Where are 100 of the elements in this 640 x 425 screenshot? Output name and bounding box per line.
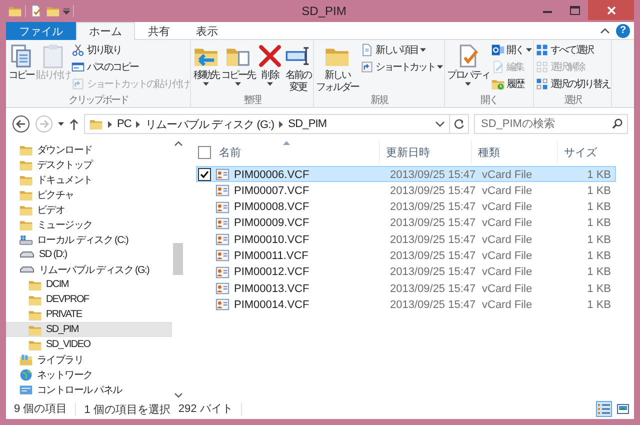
nav-item[interactable]: ビデオ xyxy=(6,202,172,217)
file-row[interactable]: PIM00012.VCF 2013/09/25 15:47 vCard File 1 KB xyxy=(196,264,616,280)
close-icon xyxy=(606,6,616,14)
file-type: vCard File xyxy=(481,234,534,246)
row-checkbox[interactable] xyxy=(198,168,211,181)
file-type: vCard File xyxy=(481,168,534,180)
nav-item[interactable]: SD_PIM xyxy=(6,322,172,337)
customize-caret-icon[interactable] xyxy=(63,7,70,15)
file-type: vCard File xyxy=(481,250,534,262)
scroll-up-icon[interactable] xyxy=(174,140,182,147)
view-button[interactable] xyxy=(596,401,612,417)
back-button[interactable] xyxy=(12,115,30,133)
scissors-icon xyxy=(71,43,85,57)
ribbon-tab[interactable]: 共有 xyxy=(135,22,183,40)
select-all-checkbox[interactable] xyxy=(198,146,211,158)
modified-date: 2013/09/25 15:47 xyxy=(389,168,477,180)
ribbon-button[interactable]: 切り取り xyxy=(71,42,189,58)
search-field[interactable]: SD_PIMの検索 xyxy=(474,114,628,134)
ribbon-tab[interactable]: 表示 xyxy=(183,22,231,40)
column-header[interactable]: サイズ xyxy=(558,140,608,164)
column-header[interactable]: 名前 xyxy=(192,140,380,164)
nav-item[interactable]: ダウンロード xyxy=(6,142,172,157)
nav-item[interactable]: コントロール パネル xyxy=(6,382,172,397)
folder-icon xyxy=(89,117,103,131)
file-row[interactable]: PIM00008.VCF 2013/09/25 15:47 vCard File 1 KB xyxy=(196,198,616,215)
network-icon xyxy=(19,368,33,382)
nav-item[interactable]: SD (D:) xyxy=(6,247,172,262)
file-row[interactable]: PIM00007.VCF 2013/09/25 15:47 vCard File 1 KB xyxy=(196,182,616,199)
file-type: vCard File xyxy=(481,282,534,295)
file-size: 1 KB xyxy=(586,234,612,246)
ribbon-button[interactable]: 削除 xyxy=(256,42,284,87)
ribbon-button[interactable]: パスのコピー xyxy=(71,59,189,75)
contact-card-icon xyxy=(215,200,230,215)
ribbon-button[interactable]: コピー xyxy=(7,42,35,82)
file-row[interactable]: PIM00011.VCF 2013/09/25 15:47 vCard File 1 KB xyxy=(196,247,616,264)
nav-item[interactable]: ローカル ディスク (C:) xyxy=(6,232,172,247)
ribbon-button[interactable]: プロパティ xyxy=(446,42,490,87)
ribbon-button[interactable]: 新しい フォルダー xyxy=(315,42,360,94)
address-field[interactable]: PC リムーバブル ディスク (G:) SD_PIM xyxy=(84,114,450,134)
file-name: PIM00014.VCF xyxy=(234,298,310,311)
nav-item[interactable]: ライブラリ xyxy=(6,352,172,367)
column-header[interactable]: 種類 xyxy=(472,140,558,164)
window-title: SD_PIM xyxy=(300,4,348,18)
nav-item[interactable]: ドキュメント xyxy=(6,172,172,187)
refresh-button[interactable] xyxy=(449,114,469,134)
chevron-icon xyxy=(279,120,284,128)
contact-card-icon xyxy=(215,264,230,280)
ribbon-button[interactable]: ショートカット xyxy=(360,59,443,75)
dropdown-caret-icon[interactable] xyxy=(435,120,445,128)
column-header[interactable]: 更新日時 xyxy=(380,140,472,164)
recent-locations-button[interactable] xyxy=(58,122,64,126)
file-name: PIM00006.VCF xyxy=(234,168,310,180)
selection-size: 292 バイト xyxy=(170,402,242,416)
ribbon-button[interactable]: 開く xyxy=(490,42,532,58)
page-check-icon[interactable] xyxy=(29,4,43,18)
file-row[interactable]: PIM00010.VCF 2013/09/25 15:47 vCard File 1 KB xyxy=(196,231,616,248)
file-row[interactable]: PIM00006.VCF 2013/09/25 15:47 vCard File 1 KB xyxy=(196,166,616,182)
file-row[interactable]: PIM00013.VCF 2013/09/25 15:47 vCard File 1 KB xyxy=(196,280,616,296)
collapse-ribbon-icon[interactable] xyxy=(600,26,610,34)
nav-item[interactable]: PRIVATE xyxy=(6,307,172,322)
app-icon xyxy=(490,43,504,57)
file-size: 1 KB xyxy=(586,266,612,278)
sort-arrow-icon xyxy=(283,141,290,145)
nav-item[interactable]: リムーバブル ディスク (G:) xyxy=(6,262,172,277)
file-size: 1 KB xyxy=(586,282,612,295)
delete-icon xyxy=(257,43,283,69)
nav-item[interactable]: DEVPROF xyxy=(6,292,172,307)
file-type: vCard File xyxy=(481,184,534,197)
view-button[interactable] xyxy=(615,401,631,417)
breadcrumb[interactable]: PC xyxy=(117,118,132,130)
group-label: クリップボード xyxy=(67,95,129,107)
ribbon-button[interactable]: 履歴 xyxy=(490,76,532,92)
file-row[interactable]: PIM00014.VCF 2013/09/25 15:47 vCard File 1 KB xyxy=(196,296,616,313)
nav-item[interactable]: DCIM xyxy=(6,277,172,292)
file-size: 1 KB xyxy=(586,298,612,311)
file-tab[interactable]: ファイル xyxy=(6,22,76,40)
nav-item[interactable]: ピクチャ xyxy=(6,187,172,202)
nav-item[interactable]: SD_VIDEO xyxy=(6,337,172,352)
scroll-thumb[interactable] xyxy=(173,243,183,275)
breadcrumb[interactable]: SD_PIM xyxy=(288,118,327,130)
up-arrow-icon xyxy=(69,118,79,130)
close-button[interactable] xyxy=(588,0,634,20)
help-button[interactable]: ? xyxy=(616,24,630,38)
contact-card-icon xyxy=(215,281,230,296)
nav-item[interactable]: ミュージック xyxy=(6,217,172,232)
up-button[interactable] xyxy=(69,118,79,130)
ribbon-button[interactable]: 名前の 変更 xyxy=(284,42,312,94)
nav-item[interactable]: ネットワーク xyxy=(6,367,172,382)
file-row[interactable]: PIM00009.VCF 2013/09/25 15:47 vCard File 1 KB xyxy=(196,214,616,232)
group-label: 選択 xyxy=(562,95,582,107)
ribbon-button[interactable]: すべて選択 xyxy=(534,42,610,58)
ribbon-button[interactable]: 選択の切り替え xyxy=(534,76,610,92)
breadcrumb[interactable]: リムーバブル ディスク (G:) xyxy=(145,116,274,132)
nav-item[interactable]: デスクトップ xyxy=(6,157,172,172)
ribbon-button[interactable]: 移動先 xyxy=(192,42,220,87)
scroll-down-icon[interactable] xyxy=(174,392,182,399)
ribbon-button[interactable]: 新しい項目 xyxy=(360,42,443,58)
ribbon-button[interactable]: コピー先 xyxy=(220,42,256,87)
file-size: 1 KB xyxy=(586,250,612,262)
ribbon-tab[interactable]: ホーム xyxy=(76,22,135,40)
